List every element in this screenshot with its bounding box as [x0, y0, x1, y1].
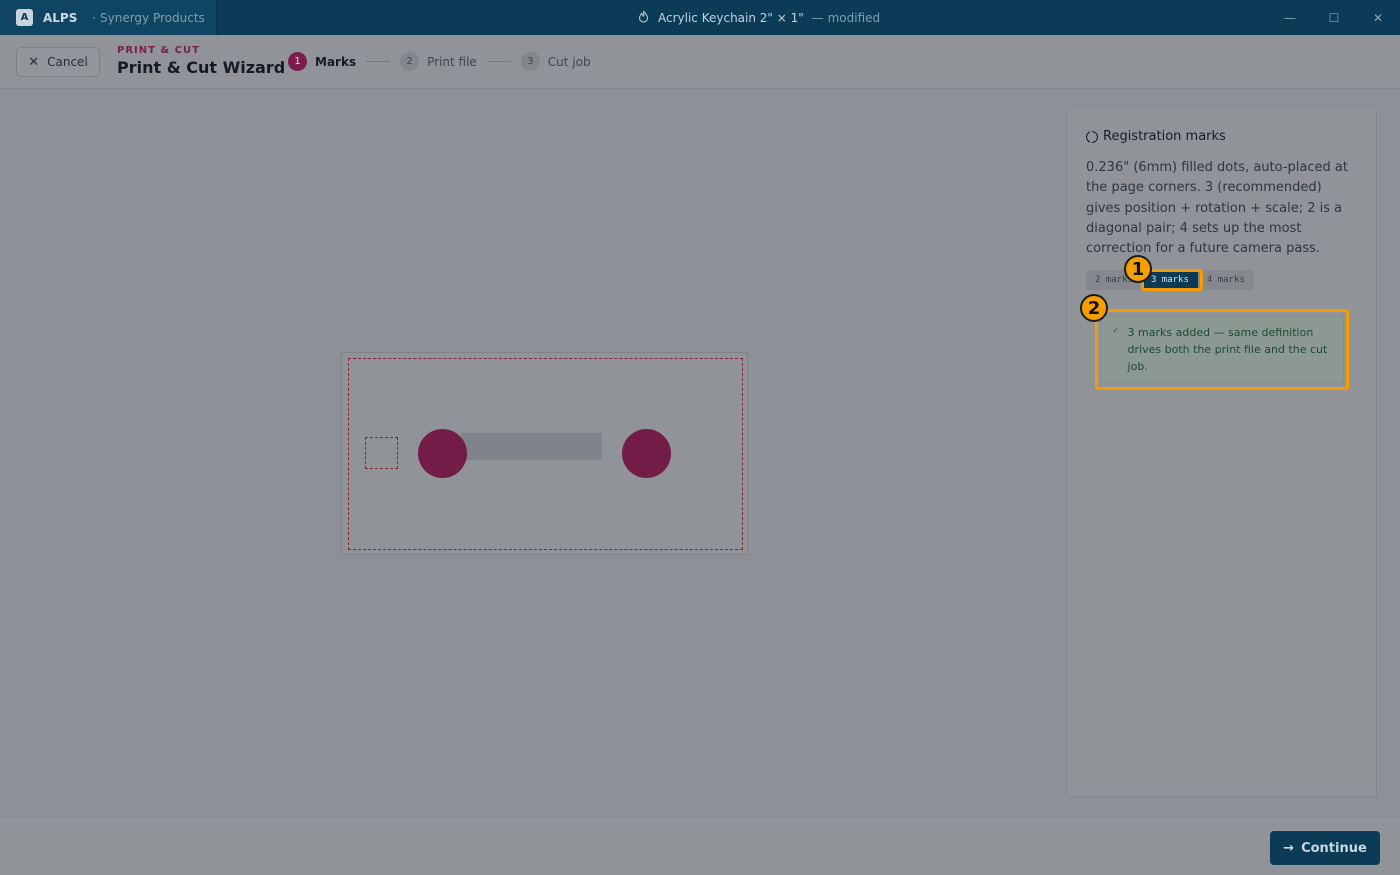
callout-badge-2: 2: [1080, 294, 1108, 322]
window-controls: — ☐ ✕: [1268, 0, 1400, 35]
panel-heading: Registration marks: [1086, 128, 1226, 144]
close-window-icon[interactable]: ✕: [1356, 0, 1400, 35]
cancel-label: Cancel: [47, 55, 88, 69]
step-label: Cut job: [547, 54, 591, 69]
wizard-header: ✕ Cancel PRINT & CUT Print & Cut Wizard …: [0, 35, 1400, 89]
workspace-name: · Synergy Products: [92, 10, 205, 25]
title-bar: A ALPS · Synergy Products Acrylic Keycha…: [0, 0, 1400, 35]
canvas-preview: [0, 89, 1066, 817]
wizard-stepper: 1 Marks 2 Print file 3 Cut job: [288, 52, 591, 71]
step-number: 1: [288, 52, 307, 71]
panel-description: 0.236" (6mm) filled dots, auto-placed at…: [1086, 160, 1348, 257]
step-number: 2: [400, 52, 420, 71]
registration-square: [365, 437, 398, 469]
step-label: Marks: [315, 54, 357, 69]
wizard-eyebrow: PRINT & CUT: [117, 45, 200, 56]
page-title: Print & Cut Wizard: [117, 58, 286, 77]
step-separator: [486, 61, 511, 62]
registration-dot-right: [622, 429, 671, 478]
callout-highlight-2: [1095, 309, 1349, 390]
close-icon: ✕: [28, 54, 40, 70]
artboard: [341, 352, 748, 555]
step-separator: [366, 61, 391, 62]
wizard-footer: → Continue: [0, 817, 1400, 875]
step-print-file[interactable]: 2 Print file: [400, 52, 477, 71]
step-cut-job[interactable]: 3 Cut job: [520, 52, 591, 71]
callout-badge-1: 1: [1124, 255, 1152, 283]
modified-indicator: — modified: [811, 10, 881, 25]
document-name: Acrylic Keychain 2" × 1": [658, 10, 804, 25]
cancel-button[interactable]: ✕ Cancel: [16, 47, 100, 77]
maximize-icon[interactable]: ☐: [1312, 0, 1356, 35]
continue-button[interactable]: → Continue: [1270, 831, 1380, 865]
arrow-right-icon: →: [1283, 840, 1295, 856]
flame-icon: [638, 10, 649, 26]
app-brand[interactable]: A ALPS · Synergy Products: [0, 0, 217, 35]
panel-heading-label: Registration marks: [1103, 129, 1226, 144]
app-name: ALPS: [43, 10, 78, 25]
step-label: Print file: [427, 54, 477, 69]
step-number: 3: [520, 52, 540, 71]
document-title: Acrylic Keychain 2" × 1" — modified: [638, 0, 880, 35]
design-placeholder: [461, 433, 602, 460]
registration-panel: Registration marks 0.236" (6mm) filled d…: [1066, 109, 1377, 797]
step-marks[interactable]: 1 Marks: [288, 52, 356, 71]
minimize-icon[interactable]: —: [1268, 0, 1312, 35]
app-logo-icon: A: [16, 9, 33, 26]
registration-dot-left: [418, 429, 467, 478]
option-4-marks[interactable]: 4 marks: [1198, 270, 1254, 290]
crosshair-icon: [1086, 128, 1098, 144]
continue-label: Continue: [1301, 840, 1367, 856]
